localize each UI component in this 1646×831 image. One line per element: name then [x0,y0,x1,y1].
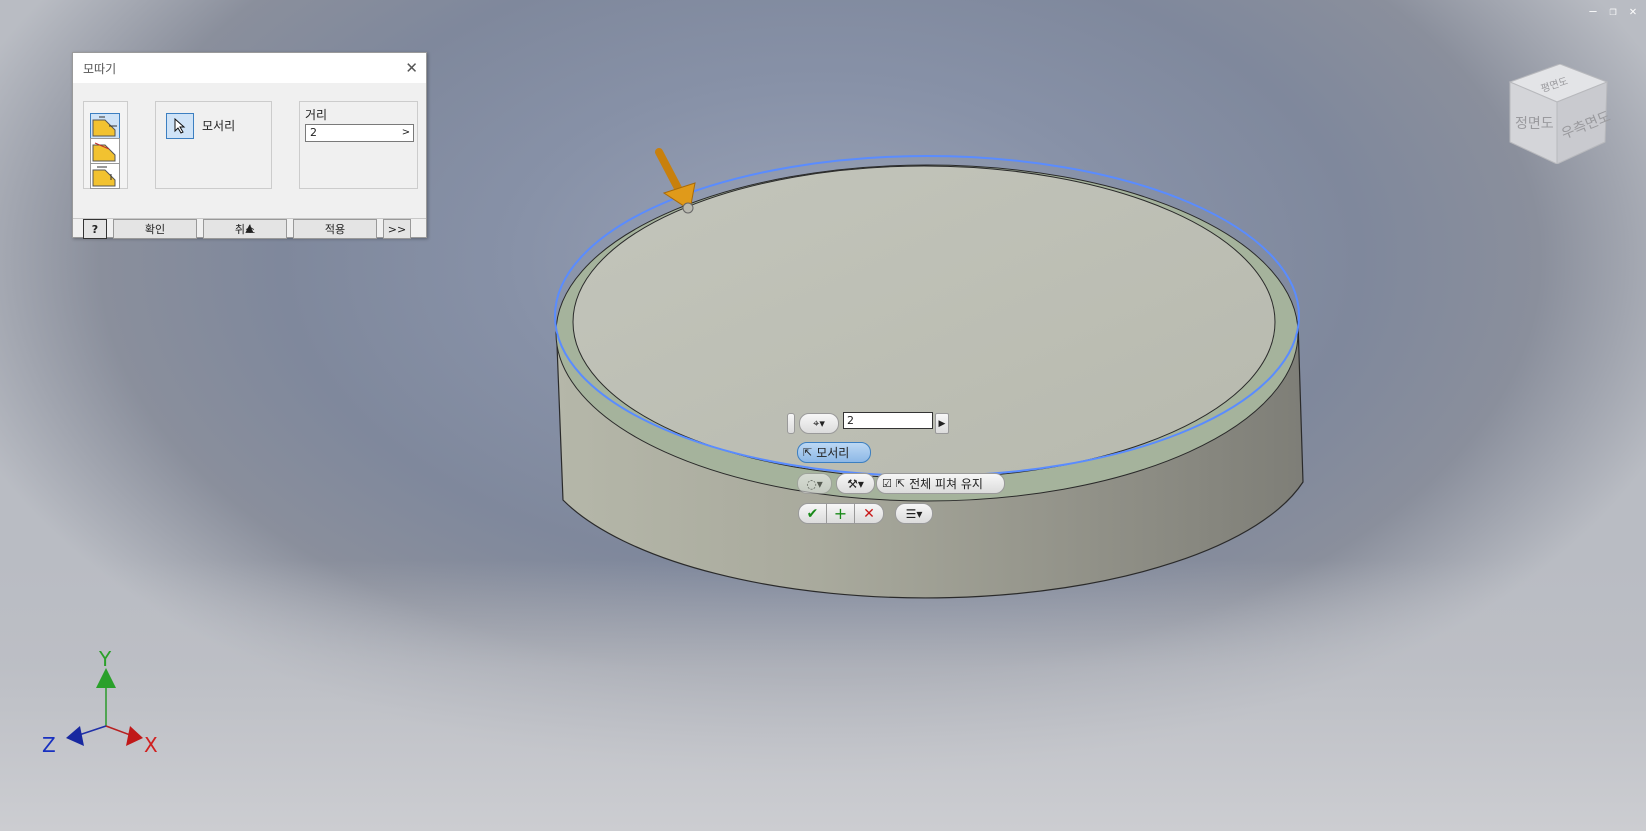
x-axis-label: X [144,733,158,757]
mini-corner-dropdown[interactable]: ⚒▾ [836,473,875,494]
setback-icon: ◌▾ [806,476,823,491]
mini-options-dropdown[interactable]: ☰▾ [895,503,933,524]
distance-input[interactable]: 2 > [305,124,414,142]
y-axis-cone [96,668,116,688]
z-axis-label: Z [42,733,56,757]
chamfer-direction-arrow[interactable] [655,148,696,214]
two-distance-icon [92,166,116,187]
mini-distance-input[interactable]: 2 [843,412,933,429]
mini-setback-dropdown[interactable]: ◌▾ [797,473,832,494]
preserve-checkbox-icon: ☑ [882,477,892,490]
dialog-body: 모서리 거리 2 > ? 확인 취소 적용 >> [73,83,426,239]
dialog-title: 모따기 [83,61,117,76]
edge-select-button[interactable] [166,113,194,139]
dialog-titlebar[interactable]: 모따기 ✕ [73,53,426,83]
top-face[interactable] [572,165,1276,479]
viewcube-front-label: 정면도 [1515,116,1554,132]
mini-preserve-label: 전체 피쳐 유지 [909,477,983,491]
distance-group: 거리 2 > [299,101,418,189]
cursor-icon: ⇱ [895,477,906,490]
z-axis-cone [66,726,84,746]
cursor-icon [174,118,186,134]
y-axis-label: Y [98,647,112,671]
mini-method-dropdown[interactable]: ⌖▾ [799,413,839,434]
x-axis-cone [126,726,143,746]
method-group [83,101,128,189]
distance-label: 거리 [305,108,328,122]
two-distance-method-button[interactable] [90,163,120,189]
edge-selection-group: 모서리 [155,101,272,189]
mini-grip[interactable] [787,413,795,434]
cursor-icon: ⇱ [803,446,813,459]
mini-edge-select[interactable]: ⇱ 모서리 [797,442,871,463]
dialog-close-icon[interactable]: ✕ [405,59,418,77]
mini-distance-arrow[interactable]: ▶ [935,413,949,434]
chamfer-method-icon: ⌖▾ [813,416,825,430]
viewcube[interactable]: 평면도 정면도 우측면도 [1505,64,1615,164]
3d-viewport[interactable]: – ❐ ✕ 평면도 정면도 우측면도 Y X Z ⌖▾ 2 ▶ ⇱ 모서리 ◌▾… [0,0,1646,831]
distance-angle-method-button[interactable] [90,138,120,164]
chamfer-dialog: 모따기 ✕ 모서리 거리 2 > ? 확인 취소 적용 >> ▲ [72,52,427,239]
distance-angle-icon [92,142,116,162]
distance-method-icon [92,116,117,137]
edge-select-label: 모서리 [202,119,236,133]
corner-icon: ⚒▾ [847,476,864,491]
axis-triad: Y X Z [42,647,158,757]
distance-arrow-icon[interactable]: > [399,125,413,141]
distance-value: 2 [310,126,317,139]
mini-preserve-toggle[interactable]: ☑ ⇱ 전체 피쳐 유지 [876,473,1005,494]
dialog-collapse-toggle[interactable]: ▲ [73,218,426,237]
mini-ok-button[interactable]: ✔ [798,503,827,524]
mini-cancel-button[interactable]: ✕ [854,503,884,524]
options-list-icon: ☰▾ [905,506,923,521]
mini-edge-label: 모서리 [816,446,850,460]
distance-method-button[interactable] [90,113,120,139]
mini-apply-button[interactable]: + [826,503,855,524]
